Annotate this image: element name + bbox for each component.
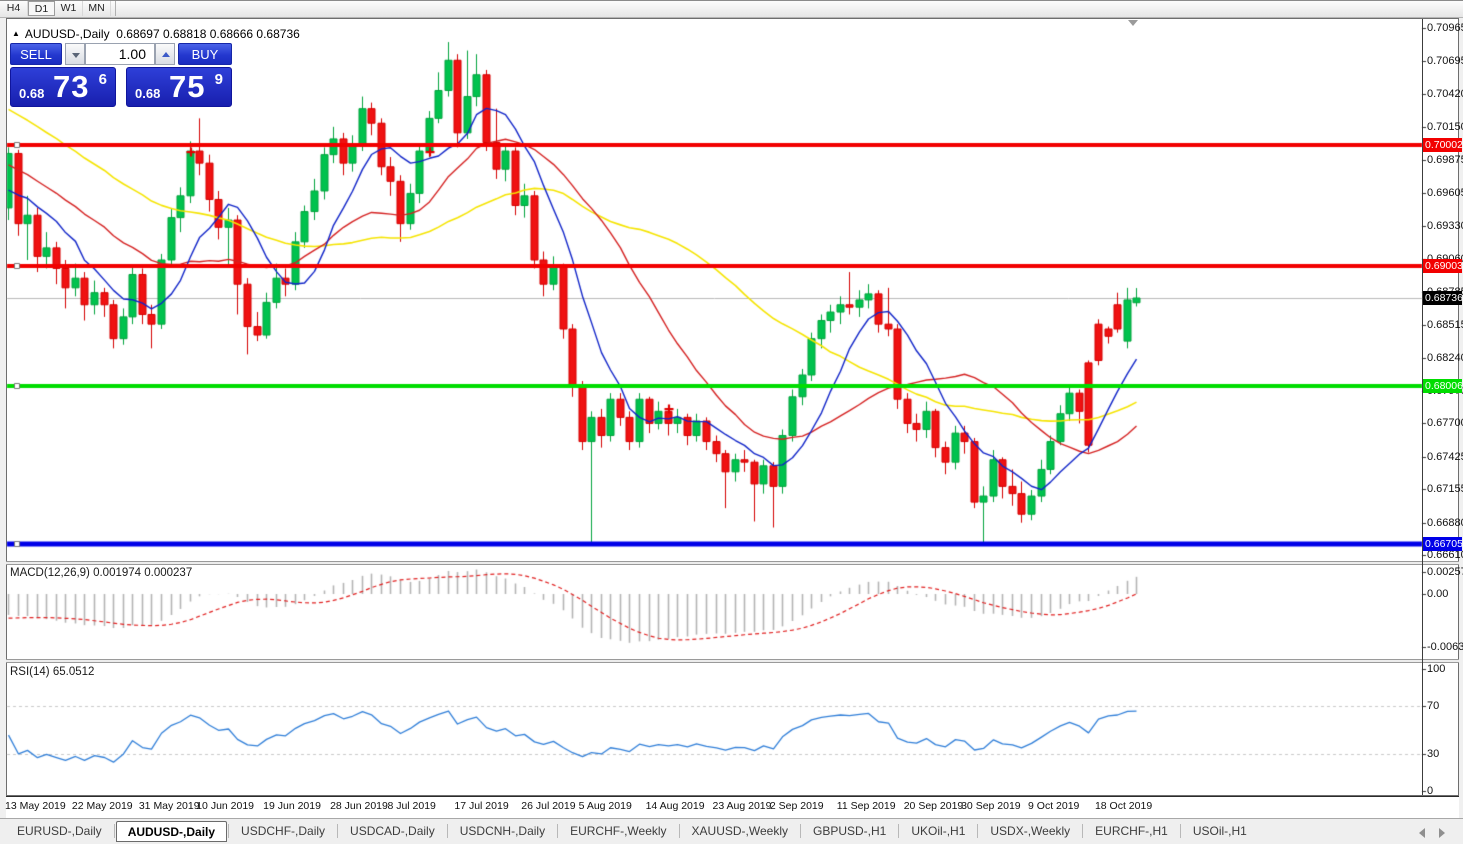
rsi-axis-label: 100 bbox=[1427, 663, 1446, 675]
date-axis-label: 5 Aug 2019 bbox=[578, 800, 632, 812]
rsi-label: RSI(14) 65.0512 bbox=[10, 666, 95, 678]
date-axis-label: 18 Oct 2019 bbox=[1094, 800, 1153, 812]
triangle-down-icon bbox=[72, 53, 80, 58]
date-axis-label: 14 Aug 2019 bbox=[645, 800, 705, 812]
date-axis-label: 30 Sep 2019 bbox=[961, 800, 1021, 812]
buy-price-sup: 9 bbox=[214, 71, 223, 88]
current-price-box: 0.68736 bbox=[1423, 291, 1463, 305]
tab-separator bbox=[1179, 824, 1181, 838]
sell-price-small: 0.68 bbox=[19, 86, 45, 101]
sell-price-big: 73 bbox=[53, 69, 90, 104]
date-axis-label: 20 Sep 2019 bbox=[903, 800, 964, 812]
price-axis-label: 0.70420 bbox=[1427, 88, 1463, 101]
level-price-box: 0.68006 bbox=[1423, 379, 1463, 394]
collapse-arrow-icon[interactable]: ▲ bbox=[12, 29, 20, 38]
price-axis-label: 0.66880 bbox=[1427, 516, 1463, 529]
symbol-tab[interactable]: XAUUSD-,Weekly bbox=[681, 821, 799, 841]
buy-price-big: 75 bbox=[169, 69, 206, 104]
one-click-trade-panel: SELL BUY 0.68 73 6 0.68 75 9 bbox=[10, 43, 232, 107]
tab-separator bbox=[678, 824, 680, 838]
date-axis-label: 31 May 2019 bbox=[138, 800, 200, 812]
price-axis-label: 0.66610 bbox=[1427, 549, 1463, 562]
price-axis-label: 0.68240 bbox=[1427, 352, 1463, 365]
buy-price-small: 0.68 bbox=[135, 86, 161, 101]
rsi-axis-label: 70 bbox=[1427, 699, 1440, 712]
symbol-tab[interactable]: GBPUSD-,H1 bbox=[802, 821, 897, 841]
sell-price-sup: 6 bbox=[98, 71, 107, 88]
date-axis-label: 17 Jul 2019 bbox=[454, 800, 509, 812]
date-axis-label: 23 Aug 2019 bbox=[712, 800, 772, 812]
symbol-tab[interactable]: EURUSD-,Daily bbox=[6, 821, 113, 841]
tab-scroll-left-icon[interactable] bbox=[1419, 828, 1425, 838]
symbol-tab[interactable]: USDCNH-,Daily bbox=[449, 821, 556, 841]
chart-title: ▲ AUDUSD-,Daily 0.68697 0.68818 0.68666 0… bbox=[12, 27, 300, 41]
symbol-tab[interactable]: AUDUSD-,Daily bbox=[115, 821, 228, 842]
price-axis-label: 0.67700 bbox=[1427, 417, 1463, 430]
symbol-tab[interactable]: EURCHF-,Weekly bbox=[559, 821, 677, 841]
chart-shift-marker-icon[interactable] bbox=[1128, 20, 1138, 26]
tab-separator bbox=[446, 824, 448, 838]
date-axis-label: 22 May 2019 bbox=[71, 800, 133, 812]
tab-separator bbox=[898, 824, 900, 838]
level-price-box: 0.70002 bbox=[1423, 137, 1463, 152]
volume-increase-button[interactable] bbox=[155, 43, 175, 65]
price-axis-label: 0.69605 bbox=[1427, 186, 1463, 199]
symbol-tab[interactable]: USDCHF-,Daily bbox=[230, 821, 336, 841]
date-axis-label: 13 May 2019 bbox=[5, 800, 66, 812]
symbol-title: AUDUSD-,Daily bbox=[24, 27, 110, 41]
level-price-box: 0.66705 bbox=[1423, 536, 1463, 551]
rsi-axis-label: 0 bbox=[1427, 785, 1434, 797]
tab-scroll-right-icon[interactable] bbox=[1439, 828, 1445, 838]
symbol-tab[interactable]: USOil-,H1 bbox=[1182, 821, 1258, 841]
symbol-tab[interactable]: UKOil-,H1 bbox=[900, 821, 976, 841]
tab-separator bbox=[337, 824, 339, 838]
tab-separator bbox=[800, 824, 801, 838]
volume-input[interactable] bbox=[85, 43, 155, 65]
buy-price-box[interactable]: 0.68 75 9 bbox=[126, 67, 232, 107]
macd-axis-label: 0.00 bbox=[1427, 588, 1449, 600]
trading-app-window: H4D1W1MN ▲AUDUSD-,Daily 0.68697 0.68818 … bbox=[0, 0, 1463, 844]
level-price-box: 0.69003 bbox=[1423, 258, 1463, 273]
buy-button[interactable]: BUY bbox=[178, 43, 232, 65]
triangle-up-icon bbox=[162, 52, 170, 57]
price-axis-label: 0.69875 bbox=[1427, 154, 1463, 167]
date-axis-label: 11 Sep 2019 bbox=[836, 800, 896, 812]
tab-separator bbox=[113, 824, 115, 838]
price-axis-label: 0.70150 bbox=[1427, 120, 1463, 133]
price-axis-label: 0.68515 bbox=[1427, 318, 1463, 331]
date-axis-label: 28 Jun 2019 bbox=[330, 800, 388, 812]
symbol-tab-bar: EURUSD-,Daily AUDUSD-,Daily USDCHF-,Daily U… bbox=[0, 818, 1463, 844]
macd-axis-label: -0.006326 bbox=[1427, 641, 1463, 653]
date-axis-label: 8 Jul 2019 bbox=[387, 800, 436, 812]
price-axis-label: 0.67155 bbox=[1427, 483, 1463, 496]
macd-label: MACD(12,26,9) 0.001974 0.000237 bbox=[10, 567, 193, 579]
symbol-tab[interactable]: USDCAD-,Daily bbox=[339, 821, 446, 841]
price-axis-label: 0.70965 bbox=[1427, 22, 1463, 35]
date-axis-label: 26 Jul 2019 bbox=[521, 800, 576, 812]
rsi-axis-label: 30 bbox=[1427, 748, 1440, 761]
tab-separator bbox=[1082, 824, 1084, 838]
symbol-tab[interactable]: EURCHF-,H1 bbox=[1084, 821, 1179, 841]
volume-decrease-button[interactable] bbox=[65, 43, 85, 65]
date-axis-label: 9 Oct 2019 bbox=[1028, 800, 1080, 812]
tab-separator bbox=[228, 824, 230, 838]
tab-separator bbox=[557, 824, 559, 838]
chart-canvas[interactable] bbox=[0, 1, 1463, 844]
price-axis-label: 0.67425 bbox=[1427, 450, 1463, 463]
date-axis-label: 19 Jun 2019 bbox=[263, 800, 321, 812]
price-axis-label: 0.70695 bbox=[1427, 54, 1463, 67]
symbol-tab[interactable]: USDX-,Weekly bbox=[979, 821, 1081, 841]
sell-button[interactable]: SELL bbox=[10, 43, 62, 65]
date-axis-label: 2 Sep 2019 bbox=[769, 800, 824, 812]
date-axis-label: 10 Jun 2019 bbox=[196, 800, 255, 812]
macd-axis-label: 0.002574 bbox=[1427, 566, 1463, 578]
tab-separator bbox=[977, 824, 979, 838]
ohlc-values: 0.68697 0.68818 0.68666 0.68736 bbox=[116, 27, 300, 41]
sell-price-box[interactable]: 0.68 73 6 bbox=[10, 67, 116, 107]
price-axis-label: 0.69330 bbox=[1427, 220, 1463, 233]
